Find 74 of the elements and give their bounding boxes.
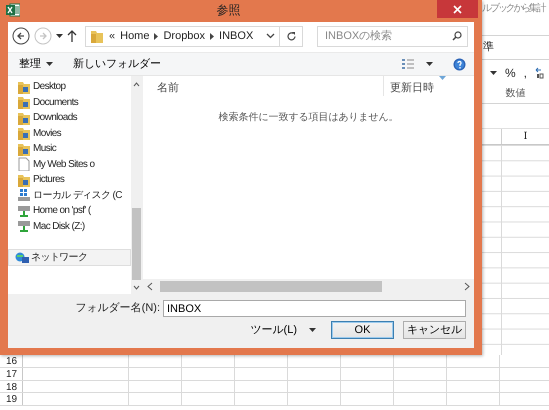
column-header[interactable]: 更新日時: [383, 76, 446, 96]
help-icon: [453, 58, 466, 70]
breadcrumb[interactable]: INBOX: [219, 28, 254, 44]
caret-icon: [56, 34, 63, 38]
close-icon: [453, 4, 462, 14]
folder-icon: [17, 80, 31, 94]
ribbon-tab-label[interactable]: ル ブックから集計: [482, 0, 549, 20]
folder-icon: [90, 28, 104, 44]
folder-icon: [17, 110, 31, 125]
help-button[interactable]: [451, 58, 468, 70]
address-bar[interactable]: « Home Dropbox INBOX: [85, 26, 280, 46]
drive-icon: [17, 188, 31, 202]
caret-icon: [490, 71, 497, 75]
search-icon[interactable]: [452, 30, 462, 40]
breadcrumb[interactable]: Dropbox: [163, 28, 206, 44]
empty-message: 検索条件に一致する項目はありません。: [218, 110, 400, 125]
row-number[interactable]: 18: [0, 380, 23, 392]
organize-menu[interactable]: 整理: [17, 56, 55, 72]
chevron-right-icon: [210, 32, 214, 40]
nav-item[interactable]: My Web Sites o: [8, 156, 131, 172]
vertical-scrollbar[interactable]: [131, 76, 142, 294]
cancel-button[interactable]: キャンセル: [403, 321, 466, 339]
nav-item[interactable]: Movies: [8, 126, 131, 141]
folder-icon: [17, 95, 31, 110]
window-title: 参照: [216, 2, 242, 19]
number-format-button[interactable]: ,: [524, 64, 528, 82]
refresh-button[interactable]: [280, 26, 303, 46]
folder-icon: [17, 126, 31, 140]
search-field[interactable]: INBOXの検索: [317, 26, 468, 46]
nav-item[interactable]: Desktop: [8, 79, 131, 94]
caret-icon: [426, 62, 433, 66]
chevron-down-icon: [266, 33, 275, 39]
file-icon: [17, 157, 31, 172]
tools-menu[interactable]: ツール(L): [250, 322, 322, 338]
folder-name-field[interactable]: INBOX: [163, 300, 466, 317]
breadcrumb[interactable]: Home: [120, 28, 150, 44]
field-label: フォルダー名(N):: [76, 301, 160, 316]
network-drive-icon: [17, 219, 31, 234]
close-button[interactable]: [437, 0, 478, 18]
nav-item[interactable]: ローカル ディスク (C: [8, 188, 131, 203]
horizontal-scrollbar[interactable]: [143, 279, 474, 294]
back-button[interactable]: [12, 27, 30, 45]
chevron-right-icon: [154, 32, 158, 40]
scroll-left-icon[interactable]: [146, 282, 154, 291]
up-arrow-icon: [67, 30, 77, 42]
nav-item[interactable]: ネットワーク: [8, 249, 131, 266]
column-header[interactable]: I: [502, 129, 549, 144]
nav-item[interactable]: Home on 'psf' (: [8, 203, 131, 218]
folder-icon: [17, 142, 31, 156]
recent-dropdown[interactable]: [56, 34, 63, 38]
spreadsheet-app-icon: [6, 3, 20, 17]
caret-icon: [309, 328, 316, 332]
nav-item[interactable]: Mac Disk (Z:): [8, 218, 131, 234]
caret-icon: [46, 62, 53, 66]
new-folder-button[interactable]: 新しいフォルダー: [71, 56, 163, 72]
ok-button[interactable]: OK: [331, 321, 394, 339]
up-button[interactable]: [67, 30, 77, 42]
number-format-button[interactable]: %: [505, 64, 516, 82]
nav-item[interactable]: Pictures: [8, 172, 131, 188]
row-number[interactable]: 19: [0, 393, 23, 405]
breadcrumb-overflow[interactable]: «: [109, 28, 116, 44]
nav-item[interactable]: Documents: [8, 94, 131, 110]
refresh-icon: [286, 30, 296, 42]
row-number[interactable]: 17: [0, 368, 23, 380]
list-view-icon: [402, 59, 414, 69]
view-menu[interactable]: [400, 59, 435, 69]
nav-item[interactable]: Music: [8, 141, 131, 156]
column-header[interactable]: 名前: [143, 80, 383, 96]
network-icon: [15, 250, 29, 264]
folder-icon: [17, 172, 31, 187]
scroll-right-icon[interactable]: [463, 282, 471, 291]
decimal-icon[interactable]: [535, 67, 544, 79]
nav-item[interactable]: Downloads: [8, 110, 131, 126]
network-drive-icon: [17, 204, 31, 218]
